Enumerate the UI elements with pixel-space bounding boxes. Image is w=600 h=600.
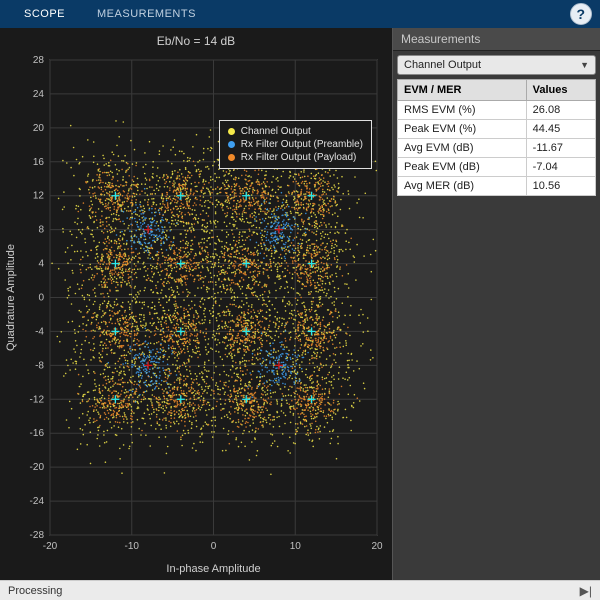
table-row: Avg EVM (dB)-11.67: [398, 139, 596, 158]
top-toolbar: SCOPE MEASUREMENTS ?: [0, 0, 600, 28]
measurements-table: EVM / MER Values RMS EVM (%)26.08Peak EV…: [397, 79, 596, 196]
value-cell: 26.08: [526, 101, 595, 120]
svg-text:-20: -20: [43, 541, 58, 552]
svg-text:-28: -28: [30, 530, 45, 541]
value-cell: 10.56: [526, 177, 595, 196]
svg-text:-10: -10: [125, 541, 140, 552]
svg-text:16: 16: [33, 157, 45, 168]
table-row: Peak EVM (%)44.45: [398, 120, 596, 139]
metric-cell: Avg MER (dB): [398, 177, 527, 196]
legend-label: Channel Output: [241, 126, 311, 137]
svg-text:-12: -12: [30, 394, 45, 405]
svg-text:-20: -20: [30, 462, 45, 473]
svg-text:8: 8: [38, 225, 44, 236]
chevron-down-icon: ▼: [580, 60, 589, 70]
status-bar: Processing ▶|: [0, 580, 600, 600]
col-metric: EVM / MER: [398, 80, 527, 101]
value-cell: -11.67: [526, 139, 595, 158]
svg-text:10: 10: [290, 541, 302, 552]
signal-select[interactable]: Channel Output ▼: [397, 55, 596, 75]
table-row: Peak EVM (dB)-7.04: [398, 158, 596, 177]
status-text: Processing: [8, 585, 62, 597]
svg-text:28: 28: [33, 55, 45, 66]
legend-label: Rx Filter Output (Preamble): [241, 139, 363, 150]
svg-text:4: 4: [38, 259, 44, 270]
table-row: RMS EVM (%)26.08: [398, 101, 596, 120]
svg-text:-4: -4: [35, 326, 44, 337]
measurements-header: Measurements: [393, 28, 600, 51]
signal-select-value: Channel Output: [404, 59, 481, 71]
legend-label: Rx Filter Output (Payload): [241, 152, 357, 163]
table-row: Avg MER (dB)10.56: [398, 177, 596, 196]
legend-dot-icon: [228, 154, 235, 161]
metric-cell: Avg EVM (dB): [398, 139, 527, 158]
legend: Channel Output Rx Filter Output (Preambl…: [219, 120, 372, 169]
value-cell: -7.04: [526, 158, 595, 177]
skip-end-icon[interactable]: ▶|: [580, 584, 592, 598]
metric-cell: Peak EVM (dB): [398, 158, 527, 177]
metric-cell: Peak EVM (%): [398, 120, 527, 139]
tab-scope[interactable]: SCOPE: [8, 2, 81, 26]
svg-text:In-phase Amplitude: In-phase Amplitude: [166, 563, 260, 575]
legend-dot-icon: [228, 141, 235, 148]
legend-dot-icon: [228, 128, 235, 135]
plot-pane: Eb/No = 14 dB -20 -10 0 10 20 -28 -24 -20 -16 -12…: [0, 28, 392, 580]
help-icon[interactable]: ?: [570, 3, 592, 25]
value-cell: 44.45: [526, 120, 595, 139]
metric-cell: RMS EVM (%): [398, 101, 527, 120]
svg-text:0: 0: [38, 293, 44, 304]
svg-text:24: 24: [33, 89, 45, 100]
legend-item: Channel Output: [228, 125, 363, 138]
tab-measurements[interactable]: MEASUREMENTS: [81, 2, 212, 26]
measurements-pane: Measurements Channel Output ▼ EVM / MER …: [392, 28, 600, 580]
svg-text:20: 20: [371, 541, 383, 552]
legend-item: Rx Filter Output (Payload): [228, 151, 363, 164]
svg-text:12: 12: [33, 191, 45, 202]
svg-text:-24: -24: [30, 496, 45, 507]
svg-text:Quadrature Amplitude: Quadrature Amplitude: [5, 244, 17, 351]
svg-text:0: 0: [211, 541, 217, 552]
plot-area[interactable]: -20 -10 0 10 20 -28 -24 -20 -16 -12 -8 -4 0 4 8 12 16 20 2…: [0, 50, 392, 580]
col-value: Values: [526, 80, 595, 101]
plot-title: Eb/No = 14 dB: [0, 28, 392, 50]
svg-text:-16: -16: [30, 428, 45, 439]
legend-item: Rx Filter Output (Preamble): [228, 138, 363, 151]
svg-text:-8: -8: [35, 360, 44, 371]
svg-text:20: 20: [33, 123, 45, 134]
